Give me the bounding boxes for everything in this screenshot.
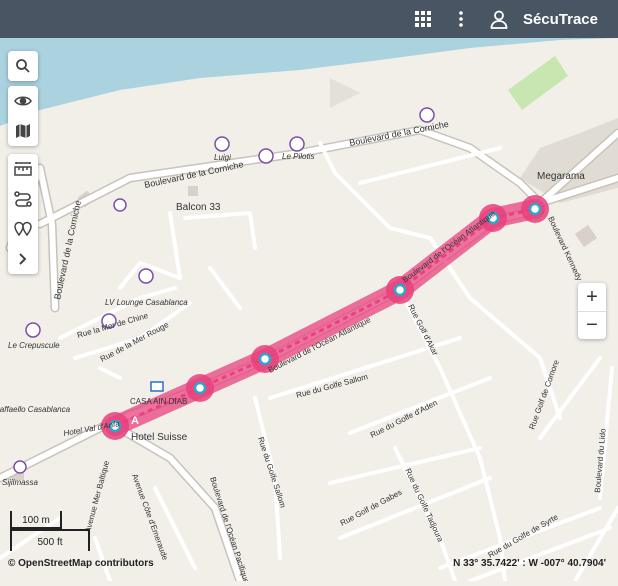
chevron-right-icon [19,253,27,265]
waypoint-marker[interactable] [393,283,407,297]
route-icon [14,191,32,207]
poi-label: LV Lounge Casablanca [105,298,188,307]
poi-label: Sijilmassa [2,478,39,487]
poi-label: Luigi [214,153,231,162]
post-office-icon [150,381,164,392]
hotel-icon [419,107,435,123]
map-svg[interactable]: Boulevard de la Corniche Boulevard de la… [0,38,618,586]
building [188,186,198,196]
map-layers-button[interactable] [8,116,38,146]
map-canvas[interactable]: Boulevard de la Corniche Boulevard de la… [0,38,618,586]
cafe-icon [289,136,305,152]
zoom-in-button[interactable]: + [578,283,606,311]
measure-button[interactable] [8,154,38,184]
grid-icon[interactable] [411,7,435,31]
brand-name: SécuTrace [522,10,598,28]
poi-label: Le Crepuscule [8,341,60,350]
waypoint-marker[interactable] [528,202,542,216]
route-button[interactable] [8,184,38,214]
waypoint-marker[interactable] [258,352,272,366]
scale-metric: 100 m [10,511,62,529]
zoom-out-button[interactable]: − [578,311,606,339]
cafe-icon [258,148,274,164]
poi-label: Raffaello Casablanca [0,405,71,414]
place-label: Megarama [537,171,585,182]
route-start-marker: A [131,415,139,427]
expand-toolbar-button[interactable] [8,244,38,274]
restaurant-icon [13,460,27,474]
place-label: Balcon 33 [176,202,221,213]
hotel-icon [113,198,127,212]
cafe-icon [25,322,41,338]
waypoint-marker[interactable] [193,381,207,395]
tools-toolbar [8,154,38,274]
cafe-icon [138,268,154,284]
map-layers-icon [16,124,30,138]
zoom-control: + − [578,283,606,339]
search-icon [16,59,30,73]
place-label: CASA AIN DIAB [130,397,187,406]
waypoints-icon [14,221,32,237]
search-button[interactable] [8,51,38,81]
view-toolbar [8,86,38,146]
eye-icon [14,96,32,106]
map-attribution[interactable]: © OpenStreetMap contributors [8,558,154,569]
user-icon[interactable] [487,7,511,31]
visibility-button[interactable] [8,86,38,116]
place-label: Hotel Suisse [131,432,188,443]
poi-label: Le Pilotis [282,152,314,161]
top-bar: SécuTrace [0,0,618,38]
kebab-menu-icon[interactable] [449,7,473,31]
cursor-coordinates: N 33° 35.7422' : W -007° 40.7904' [453,558,606,569]
ruler-icon [14,162,32,176]
cafe-icon [214,136,230,152]
waypoints-button[interactable] [8,214,38,244]
scale-imperial: 500 ft [10,529,90,551]
search-toolbar [8,51,38,81]
